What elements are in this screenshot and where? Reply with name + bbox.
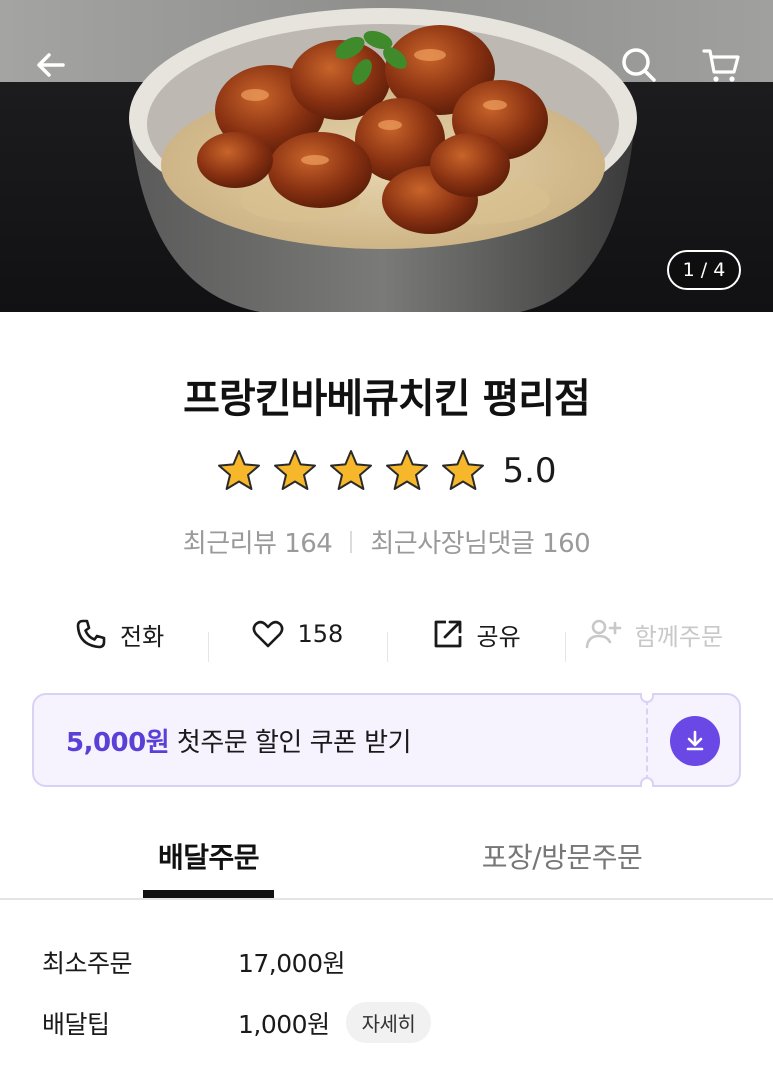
call-label: 전화 [120,622,165,651]
star-icon [274,450,317,490]
share-button[interactable]: 공유 [386,617,565,662]
rating-row: 5.0 [0,448,773,494]
delivery-tip-label: 배달팁 [42,1009,110,1039]
divider [350,530,353,553]
share-icon [434,620,461,648]
call-button[interactable]: 전화 [30,617,208,652]
coupon-notch-top [640,693,654,703]
store-name: 프랑킨바베큐치킨 평리점 [183,376,591,422]
share-label: 공유 [476,622,521,651]
like-button[interactable]: 158 [208,617,386,662]
delivery-tip-value: 1,000원 [238,1009,330,1039]
download-icon [686,730,704,751]
hero-image-banner[interactable]: 1 / 4 [0,0,773,312]
coupon-text: 5,000원 첫주문 할인 쿠폰 받기 [34,722,412,759]
tab-pickup[interactable]: 포장/방문주문 [462,836,662,876]
recent-owner-replies-link[interactable]: 최근사장님댓글 160 [370,523,590,560]
star-icon [386,450,429,490]
like-count: 158 [297,620,344,648]
min-order-value: 17,000원 [238,949,345,978]
star-icon [442,450,485,490]
back-button[interactable] [26,40,76,90]
coupon-notch-bottom [640,777,654,787]
phone-icon [76,619,106,649]
order-type-tabs: 배달주문 포장/방문주문 [0,820,773,900]
coupon-description: 첫주문 할인 쿠폰 받기 [169,727,412,758]
coupon-divider [646,699,648,781]
cart-button[interactable] [696,40,746,90]
min-order-label: 최소주문 [42,949,133,978]
first-order-coupon[interactable]: 5,000원 첫주문 할인 쿠폰 받기 [32,693,741,787]
rating-value: 5.0 [502,451,557,491]
star-icon [330,450,373,490]
group-order-button[interactable]: 함께주문 [564,617,743,662]
action-bar: 전화 158 공유 함께주문 [30,604,743,664]
star-icon [218,450,261,490]
heart-icon [253,620,284,648]
review-summary: 최근리뷰 164 최근사장님댓글 160 [0,523,773,560]
group-order-label: 함께주문 [634,622,724,651]
min-order-row: 최소주문 17,000원 [42,944,345,980]
delivery-tip-row: 배달팁 1,000원 자세히 [42,1002,432,1043]
image-counter: 1 / 4 [667,250,741,290]
search-button[interactable] [614,40,664,90]
delivery-tip-detail-button[interactable]: 자세히 [345,1002,432,1043]
coupon-download-button[interactable] [670,716,720,766]
active-tab-indicator [143,890,274,898]
tab-delivery[interactable]: 배달주문 [143,836,274,876]
coupon-amount: 5,000원 [66,727,170,758]
cart-icon [702,49,740,82]
search-icon [622,48,656,82]
arrow-left-icon [37,53,65,77]
recent-reviews-link[interactable]: 최근리뷰 164 [183,523,333,560]
add-person-icon [585,619,622,649]
